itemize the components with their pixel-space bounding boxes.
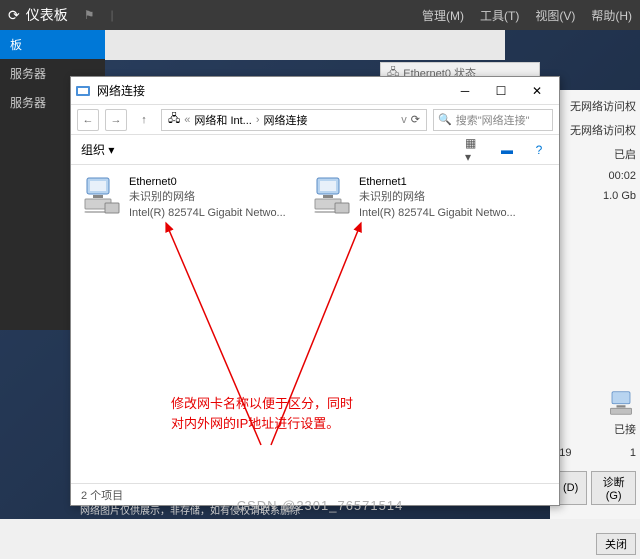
app-title-text: 仪表板	[26, 5, 68, 25]
adapter-name: Ethernet0	[129, 175, 286, 190]
network-connections-window: 网络连接 ─ ☐ ✕ ← → ↑ 🖧 « 网络和 Int... › 网络连接 v…	[70, 76, 560, 506]
activity-icon	[606, 390, 636, 416]
nav-back-button[interactable]: ←	[77, 109, 99, 131]
annotation-arrows	[71, 215, 541, 495]
status-ipv4: 无网络访问权	[554, 94, 636, 118]
organize-menu[interactable]: 组织 ▾	[81, 141, 114, 158]
divider-icon: |	[111, 8, 114, 22]
titlebar[interactable]: 网络连接 ─ ☐ ✕	[71, 77, 559, 105]
activity-diagram: 已接	[554, 386, 636, 443]
menu-help[interactable]: 帮助(H)	[591, 7, 632, 24]
close-window-button[interactable]: ✕	[519, 79, 555, 103]
annotation-line2: 对内外网的IP地址进行设置。	[171, 414, 353, 434]
adapter-status: 未识别的网络	[129, 190, 286, 205]
menu-manage[interactable]: 管理(M)	[422, 7, 464, 24]
adapter-description: Intel(R) 82574L Gigabit Netwo...	[359, 206, 516, 221]
breadcrumb-sep: ›	[256, 114, 260, 126]
status-media: 已启	[554, 142, 636, 166]
flag-icon[interactable]: ⚑	[84, 8, 95, 22]
search-placeholder: 搜索"网络连接"	[456, 112, 530, 128]
refresh-icon[interactable]: ⟳	[411, 113, 420, 126]
adapter-icon	[81, 175, 121, 215]
status-panel: 无网络访问权 无网络访问权 已启 00:02 1.0 Gb 已接 119 1 (…	[550, 90, 640, 519]
status-duration: 00:02	[554, 166, 636, 186]
menu-tools[interactable]: 工具(T)	[480, 7, 519, 24]
annotation-line1: 修改网卡名称以便于区分，同时	[171, 394, 353, 414]
nav-up-button[interactable]: ↑	[133, 109, 155, 131]
search-icon: 🔍	[438, 113, 452, 126]
annotation-text: 修改网卡名称以便于区分，同时 对内外网的IP地址进行设置。	[171, 394, 353, 433]
adapter-icon	[311, 175, 351, 215]
content-area[interactable]: Ethernet0 未识别的网络 Intel(R) 82574L Gigabit…	[71, 165, 559, 483]
minimize-button[interactable]: ─	[447, 79, 483, 103]
search-input[interactable]: 🔍 搜索"网络连接"	[433, 109, 553, 131]
adapter-ethernet0[interactable]: Ethernet0 未识别的网络 Intel(R) 82574L Gigabit…	[81, 175, 291, 221]
adapter-status: 未识别的网络	[359, 190, 516, 205]
toolbar: 组织 ▾ ▦ ▾ ▬ ?	[71, 135, 559, 165]
app-menubar: ⟳ 仪表板 ⚑ | 管理(M) 工具(T) 视图(V) 帮助(H)	[0, 0, 640, 30]
window-title: 网络连接	[97, 82, 447, 99]
background-panel	[105, 30, 505, 60]
status-connected: 已接	[554, 419, 636, 439]
app-title: ⟳ 仪表板	[8, 5, 68, 25]
dropdown-icon[interactable]: v	[401, 114, 407, 126]
breadcrumb-part-1[interactable]: 网络和 Int...	[194, 112, 251, 128]
adapter-name: Ethernet1	[359, 175, 516, 190]
address-bar: ← → ↑ 🖧 « 网络和 Int... › 网络连接 v ⟳ 🔍 搜索"网络连…	[71, 105, 559, 135]
view-icons-button[interactable]: ▦ ▾	[465, 142, 485, 158]
adapter-description: Intel(R) 82574L Gigabit Netwo...	[129, 206, 286, 221]
menu-view[interactable]: 视图(V)	[535, 7, 575, 24]
adapter-ethernet1[interactable]: Ethernet1 未识别的网络 Intel(R) 82574L Gigabit…	[311, 175, 521, 221]
nav-forward-button[interactable]: →	[105, 109, 127, 131]
status-speed: 1.0 Gb	[554, 186, 636, 206]
bytes-recv: 1	[630, 447, 636, 459]
close-button[interactable]: 关闭	[596, 533, 636, 555]
help-button[interactable]: ?	[529, 142, 549, 158]
refresh-icon[interactable]: ⟳	[8, 7, 20, 24]
breadcrumb[interactable]: 🖧 « 网络和 Int... › 网络连接 v ⟳	[161, 109, 427, 131]
view-details-button[interactable]: ▬	[497, 142, 517, 158]
network-root-icon: 🖧	[168, 110, 180, 129]
breadcrumb-sep: «	[184, 114, 190, 126]
window-icon	[75, 83, 91, 99]
sidebar-item-dashboard[interactable]: 板	[0, 30, 105, 59]
breadcrumb-part-2[interactable]: 网络连接	[264, 112, 308, 128]
maximize-button[interactable]: ☐	[483, 79, 519, 103]
status-ipv6: 无网络访问权	[554, 118, 636, 142]
watermark: CSDN @2301_76571514	[0, 498, 640, 513]
